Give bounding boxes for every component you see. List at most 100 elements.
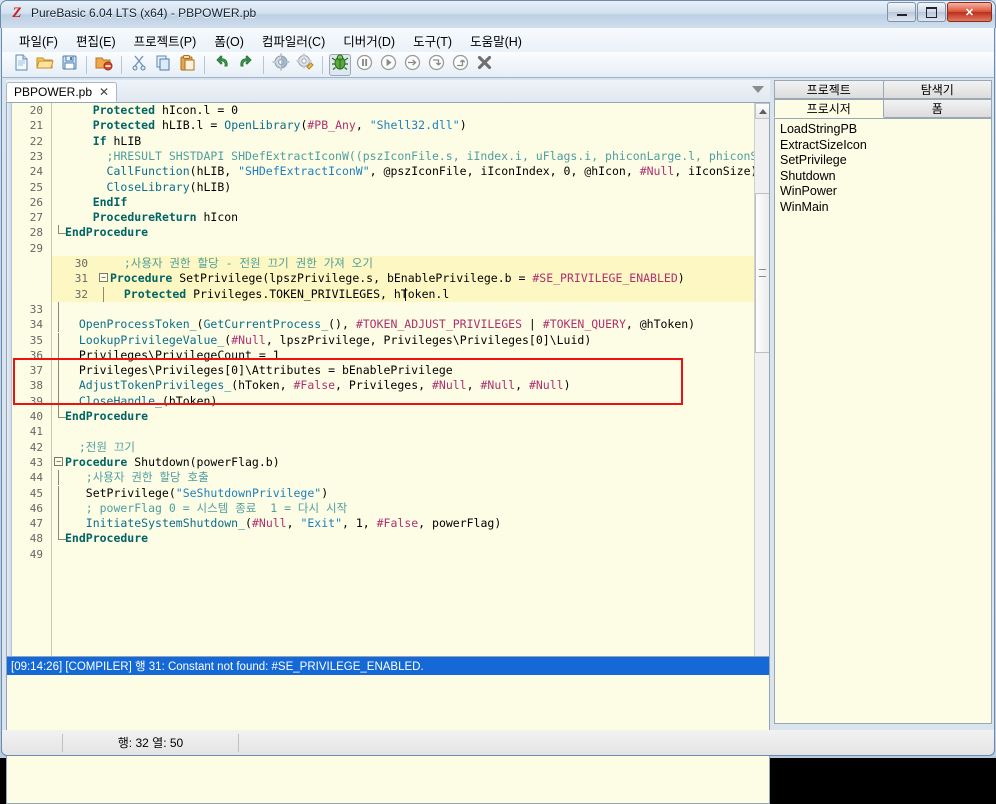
cut-scissors-button[interactable] bbox=[128, 54, 150, 76]
fold-collapse-icon[interactable]: − bbox=[99, 273, 108, 283]
new-file-button[interactable] bbox=[10, 54, 32, 76]
menu-edit[interactable]: 편집(E) bbox=[67, 28, 125, 53]
menu-debugger[interactable]: 디버거(D) bbox=[334, 28, 404, 53]
code-line[interactable]: 45 SetPrivilege("SeShutdownPrivilege") bbox=[7, 485, 754, 501]
code-line[interactable]: 23 ;HRESULT SHSTDAPI SHDefExtractIconW((… bbox=[7, 149, 754, 164]
code-line[interactable]: 20 Protected hIcon.l = 0 bbox=[7, 103, 754, 118]
editor-vertical-scrollbar[interactable] bbox=[754, 103, 769, 701]
code-line[interactable]: 26 EndIf bbox=[7, 195, 754, 210]
code-line[interactable]: 43 − Procedure Shutdown(powerFlag.b) bbox=[7, 455, 754, 470]
undo-arrow-button[interactable] bbox=[211, 54, 233, 76]
code-text: CallFunction(hLIB, "SHDefExtractIconW", … bbox=[106, 164, 754, 179]
scroll-up-button[interactable] bbox=[755, 103, 769, 119]
stop-x-button[interactable] bbox=[473, 54, 495, 76]
code-line[interactable]: 44 ;사용자 권한 할당 호출 bbox=[7, 470, 754, 486]
code-text: LookupPrivilegeValue_(#Null, lpszPrivile… bbox=[78, 332, 592, 347]
code-line[interactable]: 28 EndProcedure bbox=[7, 225, 754, 240]
step-out-icon bbox=[452, 54, 469, 76]
menu-tools[interactable]: 도구(T) bbox=[404, 28, 461, 53]
procedure-list-item[interactable]: SetPrivilege bbox=[780, 153, 991, 169]
compile-options-gear-button[interactable] bbox=[294, 53, 316, 76]
paste-clipboard-button[interactable] bbox=[176, 54, 198, 76]
procedure-list-item[interactable]: Shutdown bbox=[780, 169, 991, 185]
close-file-icon bbox=[95, 54, 113, 76]
step-out-button[interactable] bbox=[449, 54, 471, 76]
tab-procedures[interactable]: 프로시저 bbox=[774, 99, 884, 118]
code-line[interactable]: 33 bbox=[7, 301, 754, 318]
code-line[interactable]: 21 Protected hLIB.l = OpenLibrary(#PB_An… bbox=[7, 118, 754, 133]
code-line[interactable]: 36 Privileges\PrivilegeCount = 1 bbox=[7, 347, 754, 364]
procedure-list[interactable]: LoadStringPB ExtractSizeIcon SetPrivilege S… bbox=[774, 118, 992, 724]
minimize-button[interactable] bbox=[887, 2, 916, 22]
step-over-icon bbox=[404, 54, 421, 76]
copy-button[interactable] bbox=[152, 54, 174, 76]
fold-guide-line bbox=[58, 363, 59, 379]
purebasic-logo-icon: Z bbox=[12, 4, 22, 21]
code-line[interactable]: 30 ;사용자 권한 할당 - 전원 끄기 권한 가져 오기 bbox=[52, 256, 754, 272]
code-line[interactable]: 32 Protected Privileges.TOKEN_PRIVILEGES… bbox=[52, 286, 754, 302]
procedure-list-item[interactable]: ExtractSizeIcon bbox=[780, 138, 991, 154]
code-line[interactable]: 48 EndProcedure bbox=[7, 531, 754, 546]
editor-tab-bar: PBPOWER.pb ✕ bbox=[6, 80, 770, 103]
procedure-list-item[interactable]: LoadStringPB bbox=[780, 122, 991, 138]
procedure-list-item[interactable]: WinMain bbox=[780, 200, 991, 216]
code-line[interactable]: 37 Privileges\Privileges[0]\Attributes =… bbox=[7, 363, 754, 379]
line-number: 41 bbox=[29, 425, 43, 439]
compile-gear-button[interactable] bbox=[270, 53, 292, 76]
chevron-down-icon[interactable] bbox=[752, 86, 764, 93]
title-bar-left: Z PureBasic 6.04 LTS (x64) - PBPOWER.pb bbox=[9, 5, 256, 21]
code-line[interactable]: 49 bbox=[7, 547, 754, 562]
editor-file-tab[interactable]: PBPOWER.pb ✕ bbox=[6, 82, 118, 102]
save-disk-button[interactable] bbox=[58, 54, 80, 76]
code-line[interactable]: 31 − Procedure SetPrivilege(lpszPrivilege.… bbox=[52, 271, 754, 287]
vertical-scroll-thumb[interactable] bbox=[755, 193, 769, 353]
fold-guide-line bbox=[103, 286, 104, 302]
code-line[interactable]: 29 bbox=[7, 241, 754, 256]
code-line[interactable]: 25 CloseLibrary(hLIB) bbox=[7, 180, 754, 195]
procedure-list-item[interactable]: WinPower bbox=[780, 184, 991, 200]
run-play-button[interactable] bbox=[377, 54, 399, 76]
fold-collapse-icon[interactable]: − bbox=[54, 456, 63, 466]
maximize-button[interactable] bbox=[917, 2, 946, 22]
code-line[interactable]: 40 EndProcedure bbox=[7, 409, 754, 424]
tab-explorer[interactable]: 탐색기 bbox=[883, 80, 992, 99]
code-line[interactable]: 47 InitiateSystemShutdown_(#Null, "Exit"… bbox=[7, 516, 754, 532]
run-play-icon bbox=[380, 54, 397, 76]
step-into-button[interactable] bbox=[425, 54, 447, 76]
close-tab-icon[interactable]: ✕ bbox=[99, 85, 109, 99]
menu-file[interactable]: 파일(F) bbox=[10, 28, 67, 53]
code-text: CloseHandle_(hToken) bbox=[78, 393, 218, 408]
code-text: OpenProcessToken_(GetCurrentProcess_(), … bbox=[78, 317, 696, 332]
open-folder-button[interactable] bbox=[34, 54, 56, 76]
step-over-button[interactable] bbox=[401, 54, 423, 76]
redo-arrow-button[interactable] bbox=[235, 54, 257, 76]
line-number: 36 bbox=[29, 348, 43, 362]
compiler-log-entry[interactable]: [09:14:26] [COMPILER] 행 31: Constant not… bbox=[7, 657, 769, 675]
code-line[interactable]: 39 CloseHandle_(hToken) bbox=[7, 393, 754, 409]
code-line[interactable]: 42 ;전원 끄기 bbox=[7, 440, 754, 455]
code-text: ;HRESULT SHSTDAPI SHDefExtractIconW((psz… bbox=[65, 148, 754, 163]
menu-help[interactable]: 도움말(H) bbox=[461, 28, 531, 53]
code-line[interactable]: 24 CallFunction(hLIB, "SHDefExtractIconW… bbox=[7, 164, 754, 179]
menu-form[interactable]: 폼(O) bbox=[205, 28, 253, 53]
code-line[interactable]: 35 LookupPrivilegeValue_(#Null, lpszPriv… bbox=[7, 332, 754, 348]
code-line[interactable]: 22 If hLIB bbox=[7, 134, 754, 149]
code-text: ;전원 끄기 bbox=[65, 439, 136, 454]
code-line[interactable]: 46 ; powerFlag 0 = 시스템 종료 1 = 다시 시작 bbox=[7, 500, 754, 517]
line-number: 33 bbox=[29, 302, 43, 316]
code-editor[interactable]: 20 Protected hIcon.l = 0 21 Protected hLI… bbox=[6, 102, 770, 702]
menu-compiler[interactable]: 컴파일러(C) bbox=[253, 28, 334, 53]
code-line[interactable]: 34 OpenProcessToken_(GetCurrentProcess_(… bbox=[7, 317, 754, 333]
debug-bug-button[interactable] bbox=[329, 53, 351, 76]
close-file-button[interactable] bbox=[93, 54, 115, 76]
code-line[interactable]: 27 ProcedureReturn hIcon bbox=[7, 210, 754, 225]
menu-project[interactable]: 프로젝트(P) bbox=[125, 28, 206, 53]
close-button[interactable]: ✕ bbox=[947, 2, 992, 22]
tab-forms[interactable]: 폼 bbox=[883, 99, 992, 118]
status-caret-position: 행: 32 열: 50 bbox=[117, 736, 184, 750]
scroll-grip-icon bbox=[759, 269, 766, 277]
pause-button[interactable] bbox=[353, 54, 375, 76]
code-line[interactable]: 38 AdjustTokenPrivileges_(hToken, #False… bbox=[7, 378, 754, 394]
tab-project[interactable]: 프로젝트 bbox=[774, 80, 884, 99]
code-line[interactable]: 41 bbox=[7, 424, 754, 439]
